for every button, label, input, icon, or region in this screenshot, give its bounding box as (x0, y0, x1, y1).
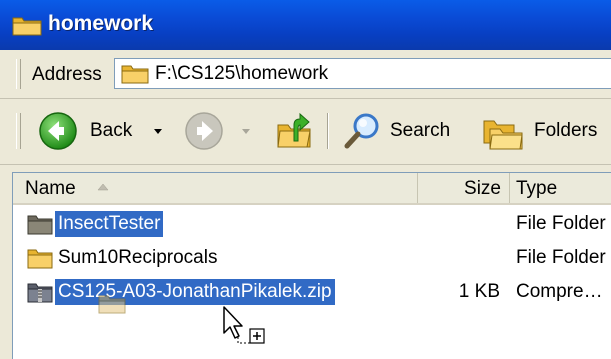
folder-icon (121, 65, 149, 84)
back-button[interactable]: Back (34, 107, 180, 155)
folder-icon (27, 249, 53, 269)
folder-icon (12, 17, 42, 36)
standard-toolbar: Back Search Folders (0, 99, 611, 165)
toolbar-separator (327, 113, 329, 149)
address-label: Address (32, 64, 102, 85)
window-title: homework (48, 12, 154, 35)
file-size: 1 KB (458, 281, 500, 302)
up-folder-button[interactable] (270, 107, 318, 155)
column-name-label: Name (25, 178, 76, 199)
folders-icon (483, 120, 523, 150)
address-value: F:\CS125\homework (155, 63, 329, 84)
toolbar-grip[interactable] (16, 59, 21, 89)
title-bar[interactable]: homework (0, 0, 611, 50)
folders-label: Folders (534, 120, 598, 141)
file-type: File Folder (516, 213, 606, 234)
back-arrow-icon (39, 112, 77, 150)
search-button[interactable]: Search (338, 107, 468, 155)
folder-icon (27, 215, 53, 235)
sort-ascending-icon (97, 183, 109, 191)
file-name: Sum10Reciprocals (58, 247, 218, 268)
drag-copy-cursor-icon (223, 306, 265, 344)
column-type-label: Type (516, 178, 558, 199)
address-input[interactable]: F:\CS125\homework (114, 58, 611, 89)
file-name: InsectTester (55, 211, 164, 237)
forward-button[interactable] (180, 107, 260, 155)
zip-file-icon (27, 283, 53, 303)
dropdown-arrow-icon[interactable] (240, 125, 252, 137)
column-header-name[interactable]: Name (13, 173, 418, 203)
forward-arrow-icon (185, 112, 223, 150)
search-label: Search (390, 120, 451, 141)
file-row[interactable]: Sum10Reciprocals File Folder (13, 243, 611, 273)
column-header-type[interactable]: Type (510, 173, 611, 203)
folders-button[interactable]: Folders (476, 107, 611, 155)
file-row[interactable]: InsectTester File Folder (13, 209, 611, 239)
drag-ghost-icon (98, 295, 126, 314)
file-list[interactable]: Name Size Type InsectTester File Folder … (12, 172, 611, 359)
file-type: File Folder (516, 247, 606, 268)
file-type: Compre… (516, 281, 603, 302)
up-folder-icon (277, 112, 311, 148)
toolbar-grip[interactable] (16, 113, 21, 149)
dropdown-arrow-icon[interactable] (152, 125, 164, 137)
column-size-label: Size (464, 178, 501, 199)
back-label: Back (90, 120, 133, 141)
file-name: CS125-A03-JonathanPikalek.zip (55, 279, 335, 305)
column-header: Name Size Type (13, 173, 611, 205)
address-bar: Address F:\CS125\homework (0, 50, 611, 99)
column-header-size[interactable]: Size (418, 173, 510, 203)
search-icon (344, 113, 379, 149)
